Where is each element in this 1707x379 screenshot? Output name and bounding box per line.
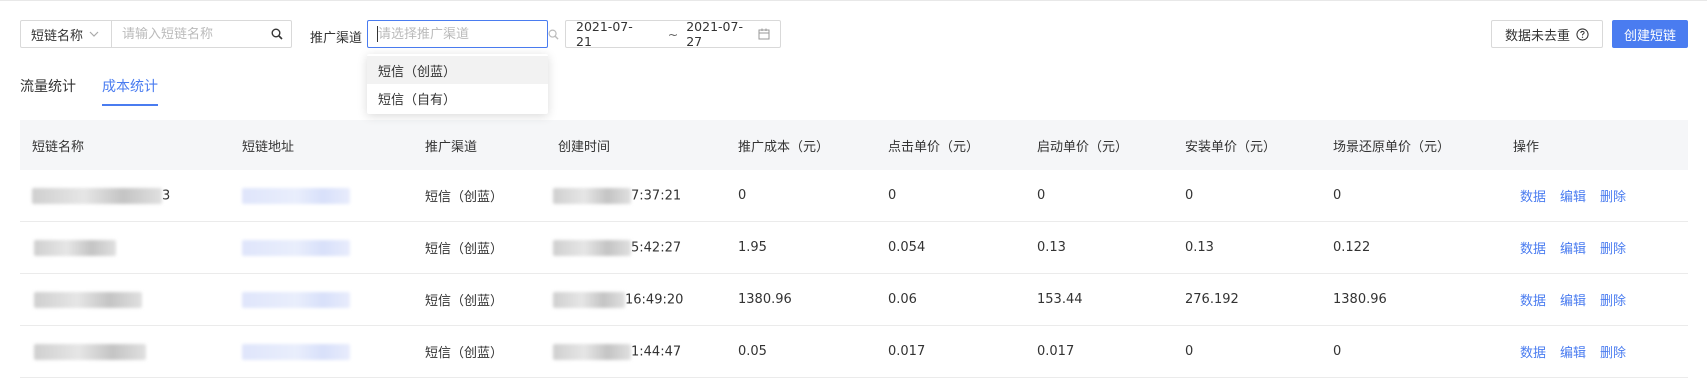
- row-channel: 短信（创蓝）: [425, 242, 504, 257]
- row-cost: 1.95: [738, 240, 767, 255]
- row-channel: 短信（创蓝）: [425, 294, 504, 309]
- row-launch-price: 153.44: [1037, 292, 1083, 307]
- search-type-select[interactable]: 短链名称: [21, 21, 112, 47]
- date-end[interactable]: 2021-07-27: [686, 19, 758, 49]
- search-type-label: 短链名称: [31, 28, 84, 44]
- channel-option[interactable]: 短信（创蓝）: [367, 56, 548, 84]
- channel-dropdown: 短信（创蓝） 短信（自有）: [367, 54, 548, 114]
- delete-link[interactable]: 删除: [1600, 190, 1626, 205]
- edit-link[interactable]: 编辑: [1560, 346, 1586, 361]
- row-name: 3: [32, 187, 170, 204]
- row-click-price: 0.054: [888, 240, 926, 255]
- row-cost: 0.05: [738, 344, 767, 359]
- channel-option[interactable]: 短信（自有）: [367, 84, 548, 112]
- header-actions: 操作: [1513, 139, 1540, 155]
- search-icon: [548, 29, 559, 40]
- data-link[interactable]: 数据: [1520, 242, 1546, 257]
- table-row: 短信（创蓝） 1:44:47 0.05 0.017 0.017 0 0 数据 编辑…: [20, 326, 1688, 378]
- header-install-price: 安装单价（元）: [1185, 139, 1277, 155]
- dedupe-button-label: 数据未去重: [1504, 28, 1570, 44]
- text-caret: [377, 26, 378, 42]
- create-shortlink-button[interactable]: 创建短链: [1612, 20, 1688, 48]
- top-divider: [0, 0, 1707, 1]
- dedupe-button[interactable]: 数据未去重: [1491, 20, 1603, 48]
- row-launch-price: 0: [1037, 188, 1046, 203]
- date-separator: ~: [667, 26, 679, 42]
- delete-link[interactable]: 删除: [1600, 294, 1626, 309]
- edit-link[interactable]: 编辑: [1560, 294, 1586, 309]
- row-launch-price: 0.017: [1037, 344, 1075, 359]
- tab-traffic-stats[interactable]: 流量统计: [20, 76, 76, 106]
- row-actions: 数据 编辑 删除: [1520, 186, 1640, 205]
- data-link[interactable]: 数据: [1520, 294, 1546, 309]
- row-url[interactable]: [242, 239, 350, 256]
- row-cost: 1380.96: [738, 292, 792, 307]
- row-click-price: 0.017: [888, 344, 926, 359]
- row-install-price: 276.192: [1185, 292, 1239, 307]
- search-group: 短链名称: [20, 20, 292, 48]
- row-created: 16:49:20: [553, 291, 683, 308]
- header-name: 短链名称: [32, 139, 85, 155]
- header-cost: 推广成本（元）: [738, 139, 830, 155]
- delete-link[interactable]: 删除: [1600, 346, 1626, 361]
- search-icon[interactable]: [271, 28, 283, 40]
- row-scene-price: 0: [1333, 344, 1342, 359]
- row-scene-price: 1380.96: [1333, 292, 1387, 307]
- row-channel: 短信（创蓝）: [425, 346, 504, 361]
- date-range-picker[interactable]: 2021-07-21 ~ 2021-07-27: [565, 19, 781, 49]
- row-name: [34, 343, 146, 360]
- row-cost: 0: [738, 188, 747, 203]
- search-input[interactable]: [122, 26, 271, 42]
- row-click-price: 0: [888, 188, 897, 203]
- table-row: 短信（创蓝） 5:42:27 1.95 0.054 0.13 0.13 0.12…: [20, 222, 1688, 274]
- header-click-price: 点击单价（元）: [888, 139, 980, 155]
- row-scene-price: 0.122: [1333, 240, 1371, 255]
- question-circle-icon[interactable]: [1576, 27, 1589, 41]
- chevron-down-icon: [89, 29, 99, 40]
- row-url[interactable]: [242, 343, 350, 360]
- delete-link[interactable]: 删除: [1600, 242, 1626, 257]
- row-click-price: 0.06: [888, 292, 917, 307]
- row-install-price: 0.13: [1185, 240, 1214, 255]
- date-start[interactable]: 2021-07-21: [576, 19, 648, 49]
- row-actions: 数据 编辑 删除: [1520, 290, 1640, 309]
- header-created: 创建时间: [558, 139, 611, 155]
- edit-link[interactable]: 编辑: [1560, 242, 1586, 257]
- row-install-price: 0: [1185, 344, 1194, 359]
- table-header: 短链名称 短链地址 推广渠道 创建时间 推广成本（元） 点击单价（元） 启动单价…: [20, 120, 1688, 170]
- channel-select[interactable]: [367, 20, 559, 48]
- header-launch-price: 启动单价（元）: [1037, 139, 1129, 155]
- table-row: 3 短信（创蓝） 7:37:21 0 0 0 0 0 数据 编辑 删除: [20, 170, 1688, 222]
- edit-link[interactable]: 编辑: [1560, 190, 1586, 205]
- channel-input[interactable]: [378, 26, 548, 42]
- row-url[interactable]: [242, 187, 350, 204]
- row-created: 5:42:27: [553, 239, 681, 256]
- row-scene-price: 0: [1333, 188, 1342, 203]
- row-actions: 数据 编辑 删除: [1520, 342, 1640, 361]
- row-created: 1:44:47: [553, 343, 681, 360]
- calendar-icon: [758, 28, 770, 40]
- row-created: 7:37:21: [553, 187, 681, 204]
- header-url: 短链地址: [242, 139, 295, 155]
- header-scene-price: 场景还原单价（元）: [1333, 139, 1451, 155]
- search-input-wrap: [112, 21, 291, 47]
- data-link[interactable]: 数据: [1520, 346, 1546, 361]
- table-row: 短信（创蓝） 16:49:20 1380.96 0.06 153.44 276.…: [20, 274, 1688, 326]
- cost-table: 短链名称 短链地址 推广渠道 创建时间 推广成本（元） 点击单价（元） 启动单价…: [20, 120, 1688, 378]
- row-channel: 短信（创蓝）: [425, 190, 504, 205]
- data-link[interactable]: 数据: [1520, 190, 1546, 205]
- tab-cost-stats[interactable]: 成本统计: [102, 76, 158, 106]
- row-launch-price: 0.13: [1037, 240, 1066, 255]
- row-name: [34, 239, 116, 256]
- row-actions: 数据 编辑 删除: [1520, 238, 1640, 257]
- row-name: [34, 291, 142, 308]
- row-install-price: 0: [1185, 188, 1194, 203]
- header-channel: 推广渠道: [425, 139, 478, 155]
- stats-tabs: 流量统计 成本统计: [20, 76, 158, 106]
- row-url[interactable]: [242, 291, 350, 308]
- channel-label: 推广渠道: [310, 31, 363, 46]
